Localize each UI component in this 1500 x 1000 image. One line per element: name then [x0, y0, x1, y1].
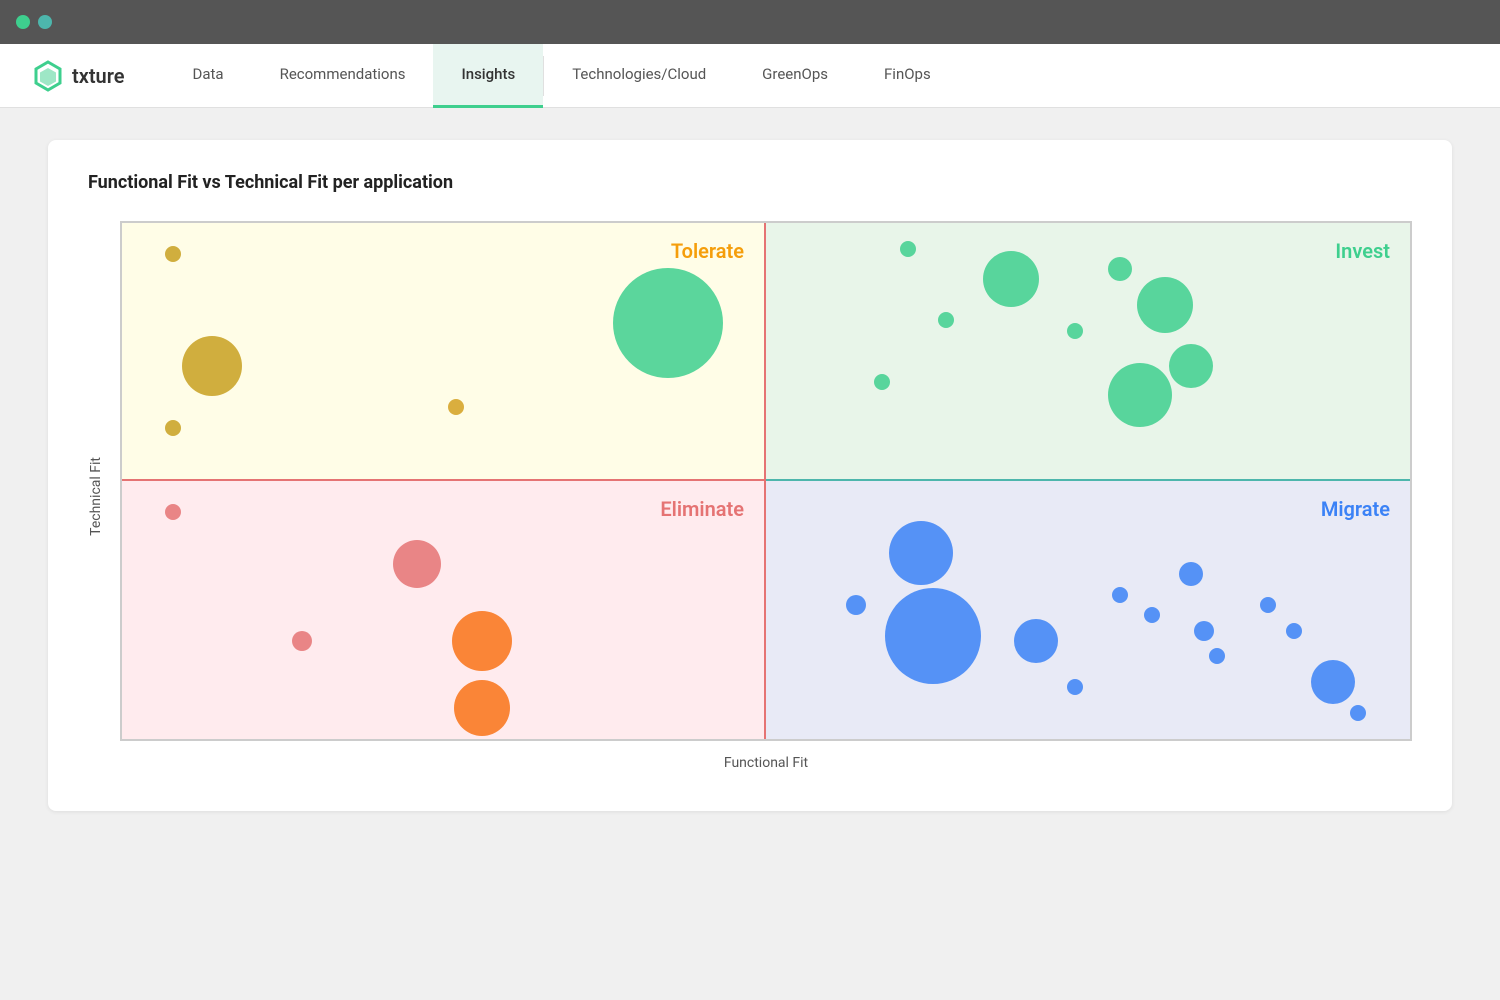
- nav-items: Data Recommendations Insights Technologi…: [165, 44, 959, 108]
- quadrant-migrate: Migrate: [766, 481, 1410, 739]
- main-content: Functional Fit vs Technical Fit per appl…: [0, 108, 1500, 843]
- bubble-migrate: [846, 595, 866, 615]
- nav-data[interactable]: Data: [165, 44, 252, 108]
- chart-wrapper: Technical Fit Tolerate Invest Eliminate: [88, 221, 1412, 771]
- quadrant-invest: Invest: [766, 223, 1410, 481]
- bubble-migrate: [1194, 621, 1214, 641]
- nav-technologies-cloud[interactable]: Technologies/Cloud: [544, 44, 734, 108]
- bubble-tolerate: [182, 336, 242, 396]
- quadrant-eliminate-label: Eliminate: [660, 497, 744, 521]
- bubble-migrate: [889, 521, 953, 585]
- logo-text: txture: [72, 64, 125, 88]
- bubble-invest: [874, 374, 890, 390]
- bubble-invest: [938, 312, 954, 328]
- quadrant-invest-label: Invest: [1335, 239, 1390, 263]
- quadrant-tolerate: Tolerate: [122, 223, 766, 481]
- bubble-migrate: [1311, 660, 1355, 704]
- bubble-eliminate: [292, 631, 312, 651]
- chart-card: Functional Fit vs Technical Fit per appl…: [48, 140, 1452, 811]
- bubble-tolerate: [613, 268, 723, 378]
- bubble-eliminate: [454, 680, 510, 736]
- bubble-invest: [1067, 323, 1083, 339]
- quadrant-eliminate: Eliminate: [122, 481, 766, 739]
- bubble-migrate: [1144, 607, 1160, 623]
- nav-recommendations[interactable]: Recommendations: [252, 44, 434, 108]
- bubble-invest: [1169, 344, 1213, 388]
- x-axis-label: Functional Fit: [120, 755, 1412, 771]
- bubble-invest: [1137, 277, 1193, 333]
- bubble-eliminate: [452, 611, 512, 671]
- bubble-migrate: [1286, 623, 1302, 639]
- bubble-invest: [983, 251, 1039, 307]
- bubble-tolerate: [165, 420, 181, 436]
- bubble-migrate: [1067, 679, 1083, 695]
- titlebar: [0, 0, 1500, 44]
- bubble-migrate: [1209, 648, 1225, 664]
- bubble-migrate: [1112, 587, 1128, 603]
- quadrant-migrate-label: Migrate: [1321, 497, 1390, 521]
- logo[interactable]: txture: [32, 60, 125, 92]
- bubble-eliminate: [165, 504, 181, 520]
- bubble-invest: [1108, 257, 1132, 281]
- bubble-invest: [900, 241, 916, 257]
- quadrant-grid: Tolerate Invest Eliminate Migrate: [120, 221, 1412, 741]
- bubble-migrate: [1260, 597, 1276, 613]
- nav-finops[interactable]: FinOps: [856, 44, 959, 108]
- logo-icon: [32, 60, 64, 92]
- quadrant-tolerate-label: Tolerate: [671, 239, 744, 263]
- navbar: txture Data Recommendations Insights Tec…: [0, 44, 1500, 108]
- bubble-invest: [1108, 363, 1172, 427]
- bubble-migrate: [885, 588, 981, 684]
- chart-inner: Tolerate Invest Eliminate Migrate Fun: [120, 221, 1412, 771]
- bubble-eliminate: [393, 540, 441, 588]
- bubble-migrate: [1014, 619, 1058, 663]
- nav-insights[interactable]: Insights: [433, 44, 543, 108]
- bubble-migrate: [1350, 705, 1366, 721]
- y-axis-label: Technical Fit: [88, 457, 104, 536]
- titlebar-dot-teal: [38, 15, 52, 29]
- nav-greenops[interactable]: GreenOps: [734, 44, 856, 108]
- bubble-tolerate: [165, 246, 181, 262]
- bubble-migrate: [1179, 562, 1203, 586]
- titlebar-dot-green: [16, 15, 30, 29]
- bubble-tolerate: [448, 399, 464, 415]
- chart-title: Functional Fit vs Technical Fit per appl…: [88, 172, 1412, 193]
